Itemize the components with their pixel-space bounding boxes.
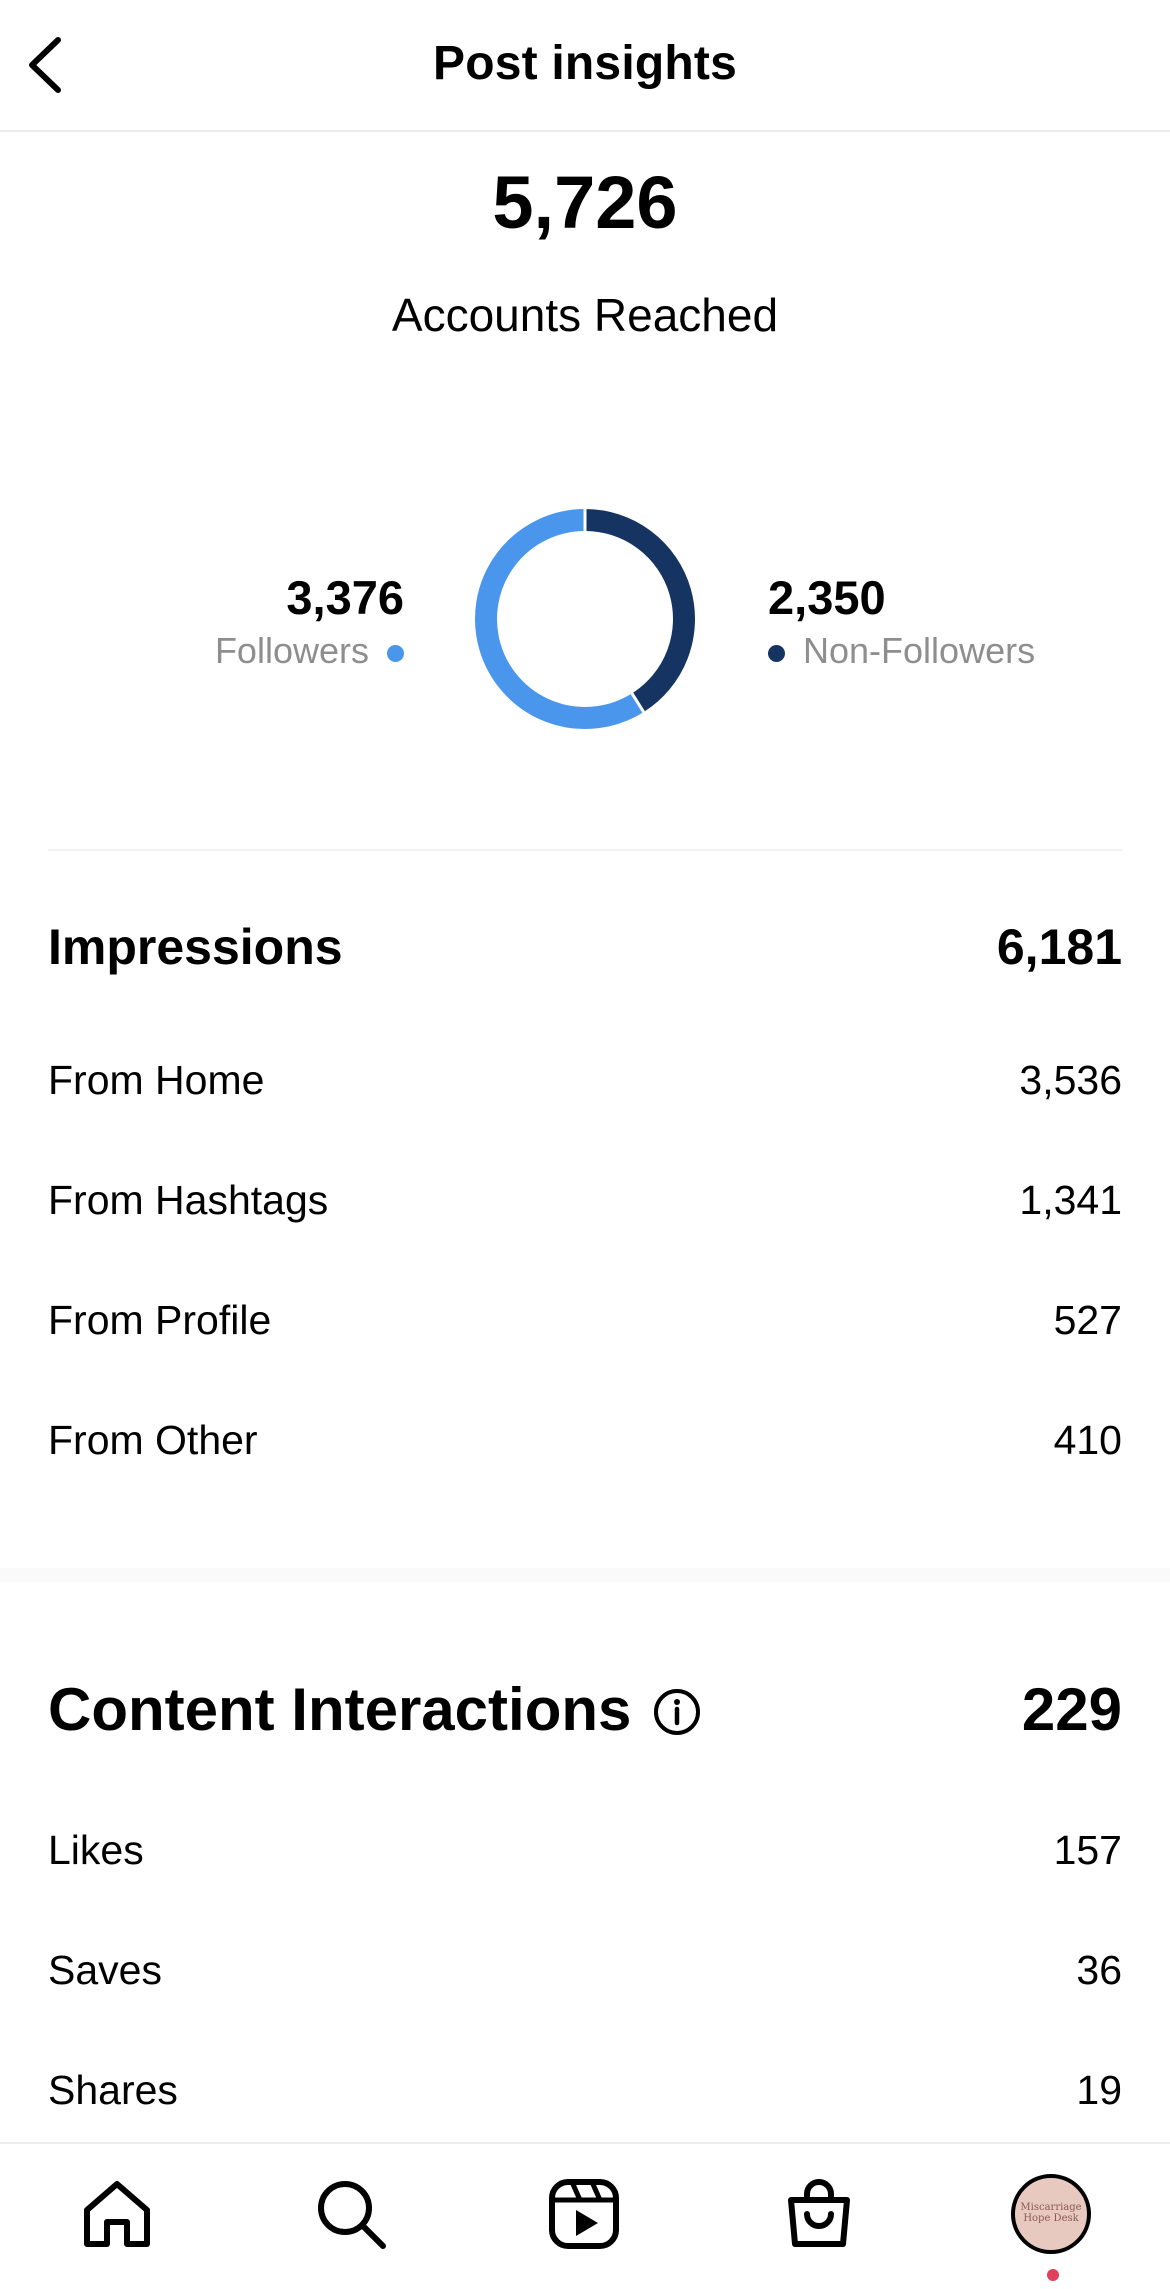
interactions-row: Likes 157	[48, 1827, 1122, 1887]
followers-label: Followers	[214, 630, 369, 671]
page-title: Post insights	[433, 37, 737, 90]
top-bar: Post insights	[0, 0, 1170, 132]
content-interactions-title: Content Interactions	[48, 1676, 632, 1743]
row-value: 19	[1076, 2067, 1122, 2113]
row-label: Shares	[48, 2067, 178, 2113]
impressions-title: Impressions	[48, 919, 343, 975]
row-label: From Hashtags	[48, 1177, 329, 1223]
profile-avatar[interactable]: Miscarriage Hope Desk	[1011, 2174, 1091, 2254]
donut-slice-followers	[475, 509, 644, 729]
content-interactions-total: 229	[1021, 1676, 1122, 1743]
followers-legend: Followers	[215, 630, 404, 672]
divider	[48, 849, 1122, 851]
non-followers-label: Non-Followers	[803, 630, 1036, 671]
row-label: Saves	[48, 1947, 162, 1993]
info-icon[interactable]	[652, 1687, 702, 1737]
impressions-row: From Hashtags 1,341	[48, 1177, 1122, 1237]
accounts-reached-label: Accounts Reached	[391, 289, 779, 341]
row-label: From Profile	[48, 1297, 272, 1343]
non-followers-legend-dot	[768, 644, 785, 662]
non-followers-legend: Non-Followers	[768, 630, 1035, 672]
row-label: From Other	[48, 1417, 258, 1463]
impressions-row: From Home 3,536	[48, 1057, 1122, 1117]
row-value: 527	[1053, 1297, 1122, 1343]
row-value: 36	[1076, 1947, 1122, 1993]
row-label: Likes	[48, 1827, 144, 1873]
impressions-row: From Profile 527	[48, 1297, 1122, 1357]
row-value: 1,341	[1019, 1177, 1122, 1223]
non-followers-count: 2,350	[768, 571, 886, 624]
donut-slice-non-followers	[584, 509, 695, 713]
row-value: 410	[1053, 1417, 1122, 1463]
home-icon[interactable]	[79, 2176, 155, 2252]
interactions-row: Saves 36	[48, 1947, 1122, 2007]
interactions-row: Shares 19	[48, 2067, 1122, 2127]
section-divider	[0, 1568, 1170, 1582]
impressions-total: 6,181	[996, 919, 1122, 975]
search-icon[interactable]	[313, 2176, 389, 2252]
reach-donut-chart	[475, 508, 695, 729]
impressions-row: From Other 410	[48, 1417, 1122, 1477]
row-label: From Home	[48, 1057, 265, 1103]
bottom-tab-bar: Miscarriage Hope Desk	[0, 2142, 1170, 2289]
followers-legend-dot	[387, 644, 404, 662]
notification-dot	[1047, 2269, 1059, 2281]
row-value: 3,536	[1019, 1057, 1122, 1103]
avatar-logo-text: Miscarriage Hope Desk	[1020, 2202, 1082, 2224]
accounts-reached-value: 5,726	[492, 161, 678, 244]
followers-count: 3,376	[286, 571, 404, 624]
row-value: 157	[1053, 1827, 1122, 1873]
shop-icon[interactable]	[781, 2176, 857, 2252]
reels-icon[interactable]	[546, 2176, 622, 2252]
